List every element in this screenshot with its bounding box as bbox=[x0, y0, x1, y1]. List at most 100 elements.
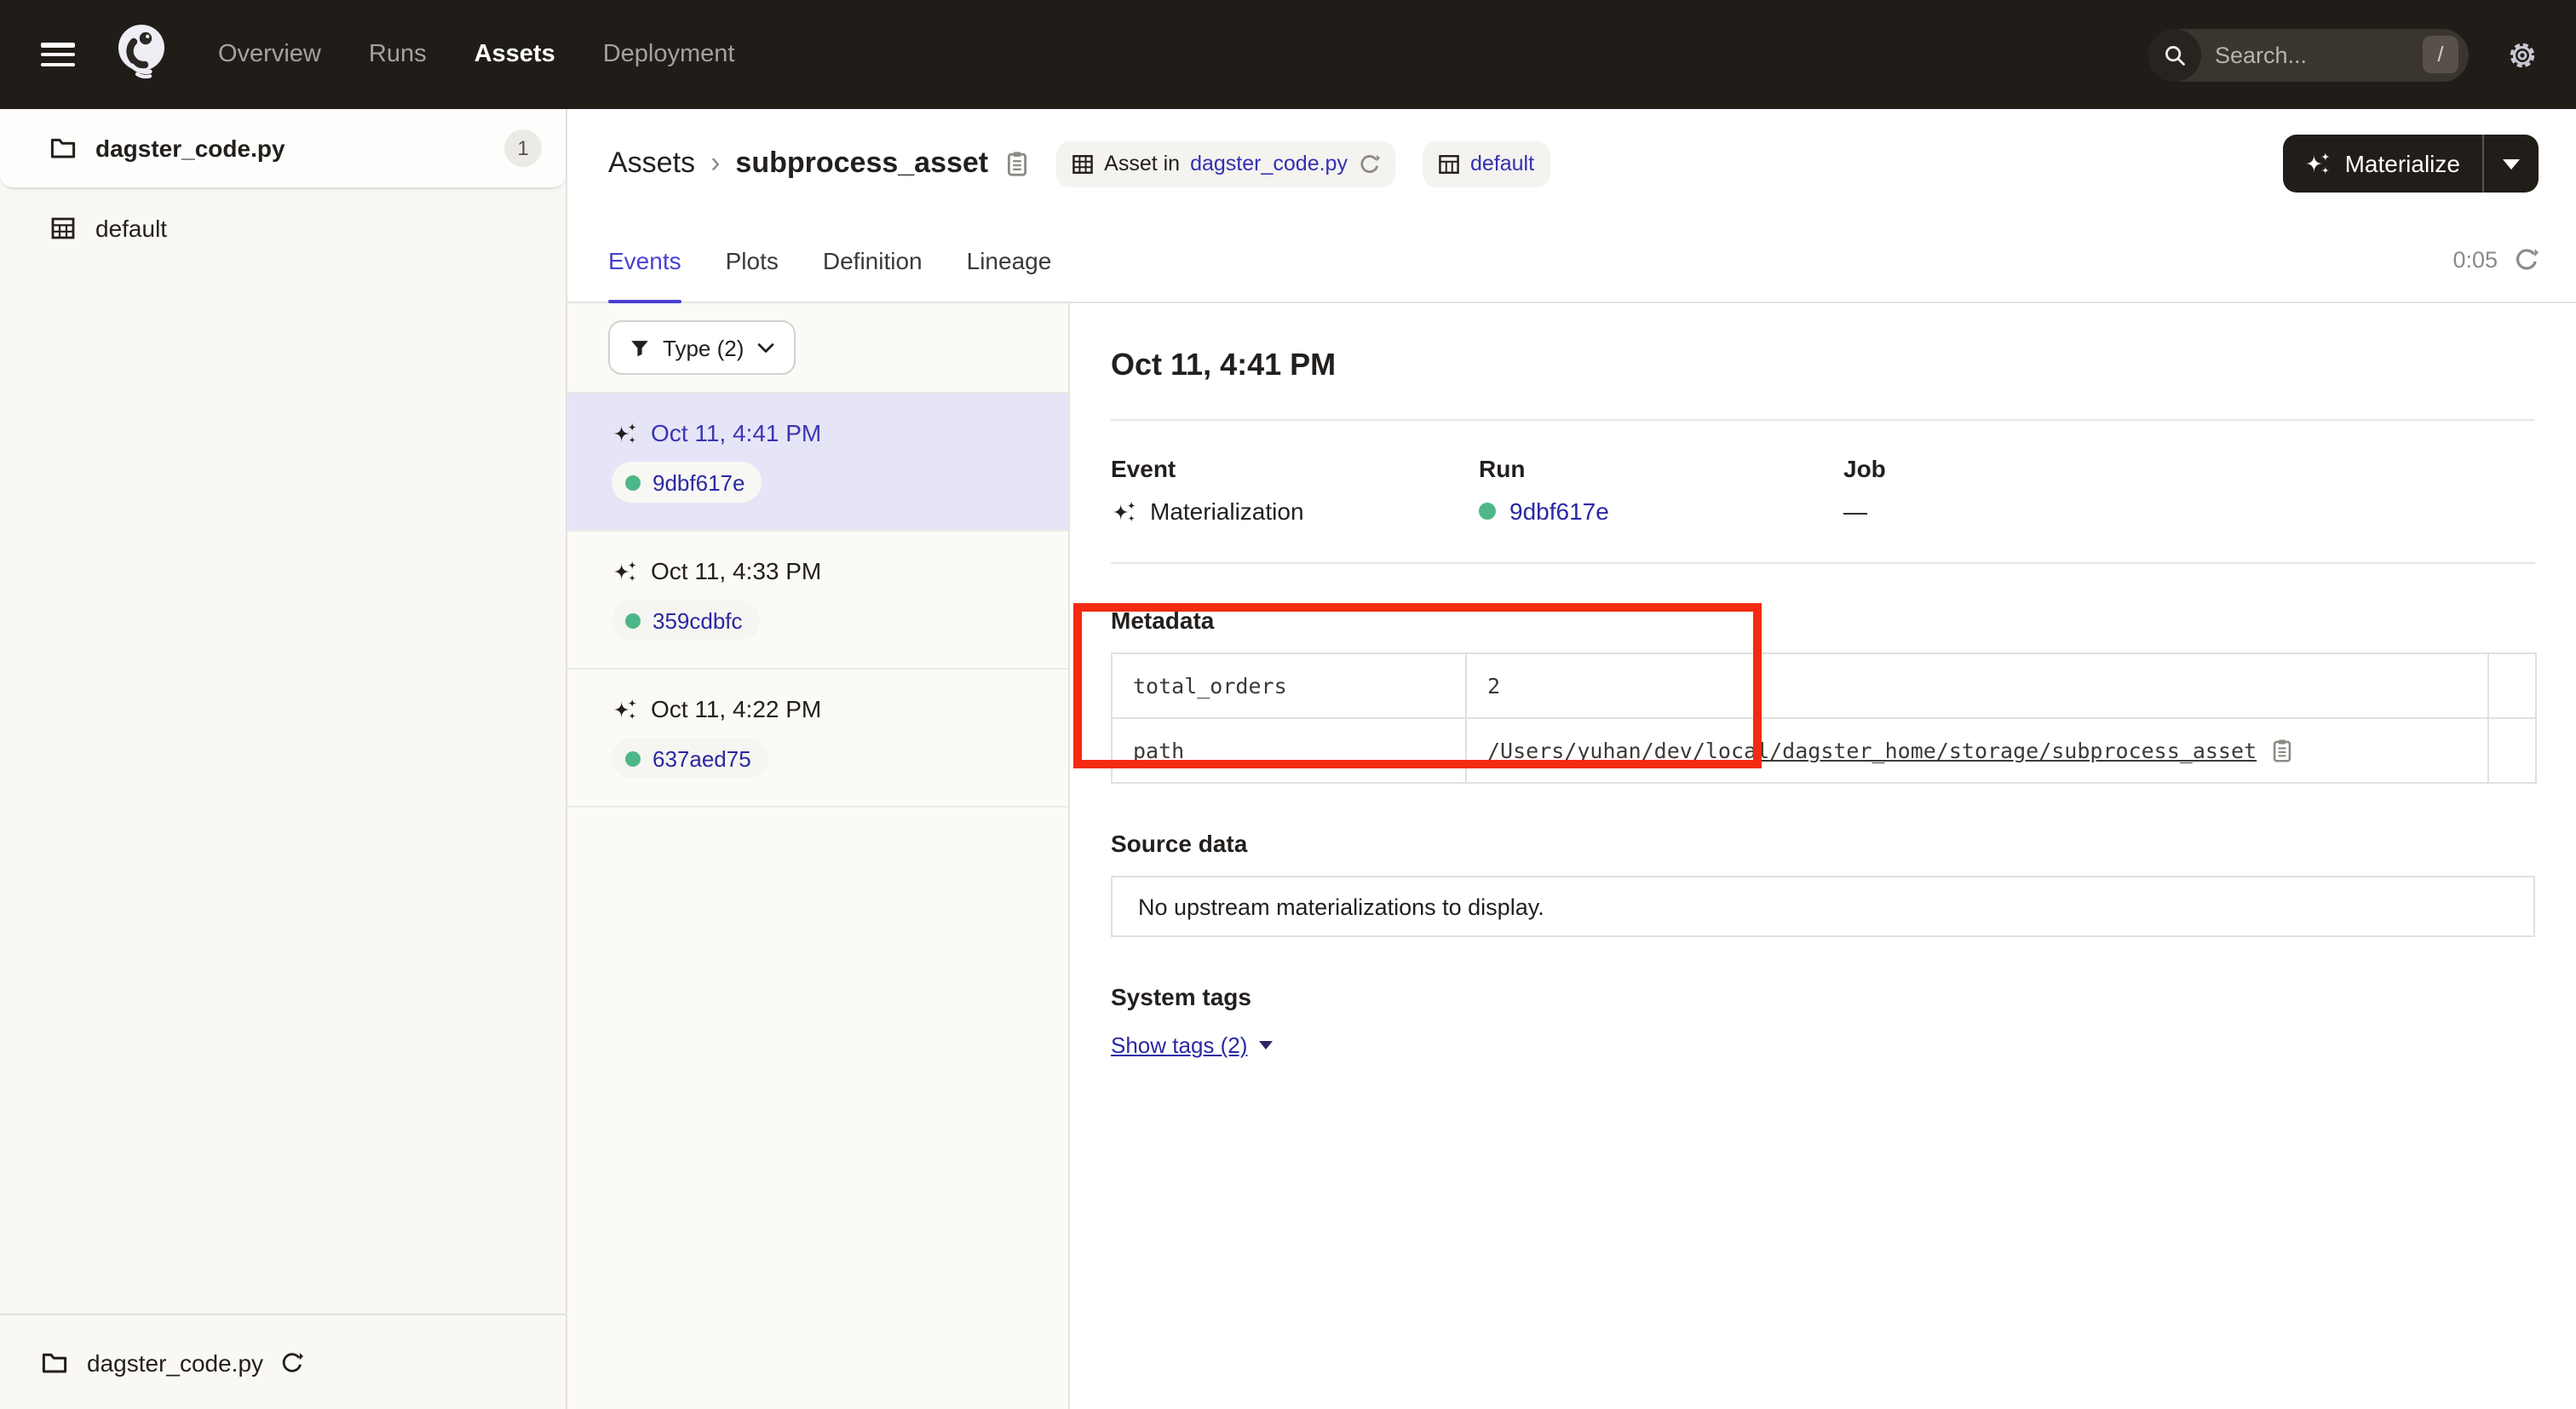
copy-asset-name-icon[interactable] bbox=[1005, 150, 1029, 177]
materialize-split-button: Materialize bbox=[2284, 135, 2539, 193]
code-location-link[interactable]: dagster_code.py bbox=[1190, 152, 1348, 175]
event-list-item[interactable]: Oct 11, 4:41 PM 9dbf617e bbox=[567, 394, 1068, 532]
footer-code-location-name: dagster_code.py bbox=[87, 1349, 263, 1376]
run-id-link[interactable]: 359cdbfc bbox=[653, 607, 743, 633]
asset-tabs: Events Plots Definition Lineage 0:05 bbox=[567, 218, 2576, 303]
run-id-link[interactable]: 637aed75 bbox=[653, 745, 751, 771]
asset-in-location-badge[interactable]: Asset in dagster_code.py bbox=[1056, 141, 1395, 187]
search-placeholder: Search... bbox=[2215, 42, 2423, 67]
asset-in-label: Asset in bbox=[1104, 152, 1180, 175]
group-grid-icon bbox=[1438, 152, 1460, 175]
reload-icon[interactable] bbox=[279, 1350, 302, 1374]
event-timestamp: Oct 11, 4:33 PM bbox=[651, 557, 821, 584]
page-title: subprocess_asset bbox=[735, 147, 988, 181]
asset-group-icon bbox=[49, 214, 77, 241]
event-detail-panel: Oct 11, 4:41 PM Event Materialization bbox=[1070, 303, 2576, 1409]
run-status-dot bbox=[625, 474, 641, 490]
sparkle-icon bbox=[2304, 150, 2332, 177]
metadata-key: path bbox=[1112, 718, 1466, 783]
type-filter-label: Type (2) bbox=[663, 335, 744, 360]
asset-header: Assets › subprocess_asset Asset in dagst… bbox=[567, 109, 2576, 218]
event-timestamp: Oct 11, 4:22 PM bbox=[651, 695, 821, 722]
group-badge[interactable]: default bbox=[1423, 141, 1550, 187]
hamburger-menu-icon[interactable] bbox=[41, 43, 75, 66]
job-value: — bbox=[1843, 497, 1867, 525]
type-filter-button[interactable]: Type (2) bbox=[608, 320, 795, 375]
dagster-app: Overview Runs Assets Deployment Search..… bbox=[0, 0, 2576, 1409]
event-timestamp: Oct 11, 4:41 PM bbox=[651, 419, 821, 446]
metadata-key: total_orders bbox=[1112, 653, 1466, 718]
run-status-dot bbox=[625, 612, 641, 628]
tab-definition[interactable]: Definition bbox=[823, 218, 923, 302]
events-list-panel: Type (2) Oct 11, 4:41 PM 9dbf617e bbox=[567, 303, 1070, 1409]
caret-down-icon bbox=[2503, 158, 2520, 170]
metadata-table: total_orders 2 path /Users/yuhan/dev/loc… bbox=[1111, 653, 2537, 784]
source-data-empty-state: No upstream materializations to display. bbox=[1111, 876, 2535, 937]
gear-icon[interactable] bbox=[2506, 38, 2539, 71]
dagster-logo-icon[interactable] bbox=[109, 20, 177, 89]
materialization-sparkle-icon bbox=[612, 558, 637, 584]
metadata-heading: Metadata bbox=[1111, 607, 2535, 634]
sidebar-code-location[interactable]: dagster_code.py 1 bbox=[0, 109, 566, 189]
job-column-label: Job bbox=[1843, 455, 1886, 482]
top-navbar: Overview Runs Assets Deployment Search..… bbox=[0, 0, 2576, 109]
tab-events[interactable]: Events bbox=[608, 218, 681, 302]
group-link[interactable]: default bbox=[1470, 152, 1534, 175]
search-input[interactable]: Search... / bbox=[2148, 28, 2469, 81]
event-list-item[interactable]: Oct 11, 4:22 PM 637aed75 bbox=[567, 670, 1068, 808]
left-sidebar: dagster_code.py 1 default dagster_code.p… bbox=[0, 109, 567, 1409]
primary-nav: Overview Runs Assets Deployment bbox=[218, 41, 734, 68]
table-row: path /Users/yuhan/dev/local/dagster_home… bbox=[1112, 718, 2536, 783]
search-shortcut-key: / bbox=[2423, 36, 2458, 73]
nav-assets[interactable]: Assets bbox=[474, 41, 555, 68]
event-column-label: Event bbox=[1111, 455, 1479, 482]
group-name: default bbox=[95, 214, 167, 241]
materialization-sparkle-icon bbox=[1111, 498, 1136, 524]
show-tags-toggle[interactable]: Show tags (2) bbox=[1111, 1032, 1273, 1058]
event-type-value: Materialization bbox=[1150, 497, 1304, 525]
folder-icon bbox=[41, 1349, 68, 1376]
caret-down-icon bbox=[1259, 1041, 1273, 1050]
sidebar-footer-code-location[interactable]: dagster_code.py bbox=[0, 1314, 566, 1409]
code-location-name: dagster_code.py bbox=[95, 135, 285, 162]
breadcrumb-assets-link[interactable]: Assets bbox=[608, 147, 695, 181]
run-id-link[interactable]: 9dbf617e bbox=[653, 469, 745, 495]
materialize-button[interactable]: Materialize bbox=[2284, 135, 2482, 193]
tab-lineage[interactable]: Lineage bbox=[967, 218, 1052, 302]
materialization-sparkle-icon bbox=[612, 420, 637, 446]
events-filter-bar: Type (2) bbox=[567, 303, 1068, 394]
system-tags-heading: System tags bbox=[1111, 983, 2535, 1010]
table-row: total_orders 2 bbox=[1112, 653, 2536, 718]
chevron-down-icon bbox=[756, 342, 774, 354]
run-pill[interactable]: 637aed75 bbox=[612, 738, 768, 779]
breadcrumb-separator: › bbox=[710, 147, 720, 181]
materialize-label: Materialize bbox=[2345, 150, 2460, 177]
nav-overview[interactable]: Overview bbox=[218, 41, 321, 68]
event-detail-title: Oct 11, 4:41 PM bbox=[1111, 348, 2535, 383]
source-data-heading: Source data bbox=[1111, 830, 2535, 857]
refresh-countdown: 0:05 bbox=[2452, 247, 2498, 273]
folder-icon bbox=[49, 135, 77, 162]
materialization-sparkle-icon bbox=[612, 696, 637, 722]
path-link[interactable]: /Users/yuhan/dev/local/dagster_home/stor… bbox=[1487, 738, 2257, 763]
materialize-dropdown-button[interactable] bbox=[2484, 135, 2539, 193]
copy-path-icon[interactable] bbox=[2270, 738, 2292, 763]
event-list-item[interactable]: Oct 11, 4:33 PM 359cdbfc bbox=[567, 532, 1068, 670]
run-column-label: Run bbox=[1479, 455, 1843, 482]
metadata-value: 2 bbox=[1466, 653, 2488, 718]
funnel-icon bbox=[629, 336, 651, 359]
run-pill[interactable]: 359cdbfc bbox=[612, 600, 760, 641]
search-icon bbox=[2148, 28, 2201, 81]
refresh-icon[interactable] bbox=[2513, 247, 2539, 273]
nav-runs[interactable]: Runs bbox=[369, 41, 427, 68]
asset-count-badge: 1 bbox=[504, 129, 542, 167]
run-status-dot bbox=[625, 751, 641, 766]
sidebar-item-default-group[interactable]: default bbox=[0, 189, 566, 266]
nav-deployment[interactable]: Deployment bbox=[603, 41, 735, 68]
run-id-link[interactable]: 9dbf617e bbox=[1509, 497, 1609, 525]
tab-plots[interactable]: Plots bbox=[726, 218, 779, 302]
asset-grid-icon bbox=[1072, 152, 1094, 175]
reload-location-icon[interactable] bbox=[1358, 152, 1380, 175]
run-status-dot bbox=[1479, 503, 1496, 520]
run-pill[interactable]: 9dbf617e bbox=[612, 462, 762, 503]
